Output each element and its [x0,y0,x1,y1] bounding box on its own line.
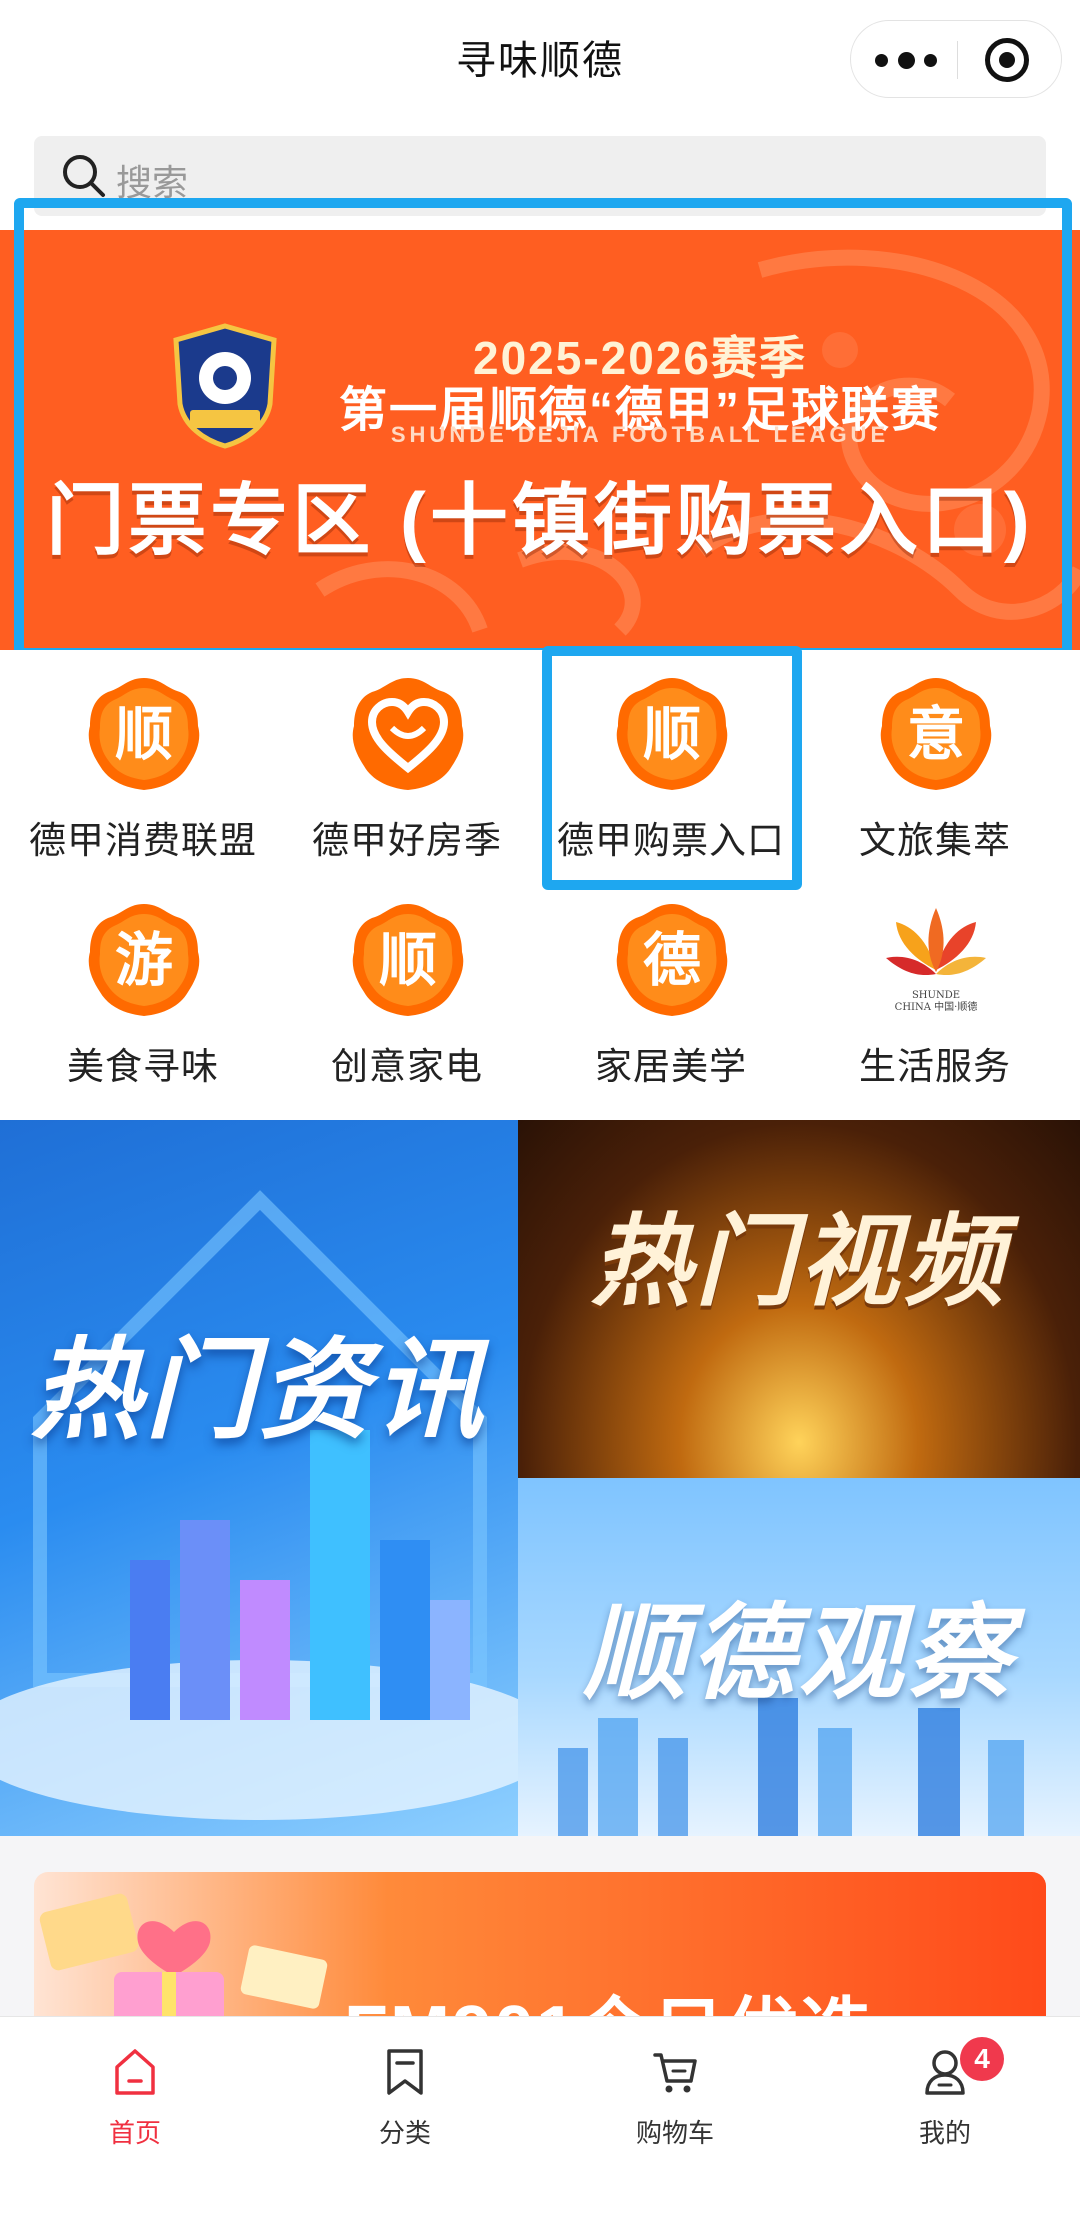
capsule-divider [957,41,958,79]
tab-label: 购物车 [635,2118,714,2148]
you-badge-icon: 游 [88,904,200,1016]
bottom-tab-bar: 首页 分类 购物车 4 我的 [0,2016,1080,2213]
svg-text:顺: 顺 [115,700,173,768]
shunde-observation-tile[interactable]: 顺德观察 [518,1478,1080,1836]
heart-badge-icon [352,678,464,790]
grid-label: 美食寻味 [67,1046,219,1087]
cart-icon [653,2053,697,2093]
tab-home[interactable]: 首页 [0,2017,270,2213]
svg-text:游: 游 [115,926,173,994]
bookmark-icon [387,2049,423,2095]
grid-item-dejia-housing[interactable]: 德甲好房季 [272,660,542,861]
tab-category[interactable]: 分类 [270,2017,540,2213]
close-miniprogram-icon[interactable] [985,38,1029,82]
grid-item-appliances[interactable]: 顺 创意家电 [272,886,542,1087]
home-icon [115,2049,155,2095]
svg-text:顺: 顺 [379,926,437,994]
tab-label: 我的 [918,2118,971,2148]
grid-item-culture-tourism[interactable]: 意 文旅集萃 [800,660,1070,861]
tab-cart[interactable]: 购物车 [540,2017,810,2213]
ticket-entry-highlight-box [542,646,802,890]
tab-profile[interactable]: 4 我的 [810,2017,1080,2213]
promo-section: FM901今日优选 [0,1836,1080,2042]
grid-label: 家居美学 [595,1046,747,1087]
grid-label: 文旅集萃 [859,820,1011,861]
svg-text:德: 德 [643,926,701,994]
more-options-icon[interactable] [875,43,937,77]
grid-label: 创意家电 [331,1046,483,1087]
svg-text:CHINA 中国·顺德: CHINA 中国·顺德 [895,1000,978,1013]
grid-label: 生活服务 [859,1046,1011,1087]
banner-highlight-box [14,198,1072,658]
mini-program-capsule [850,20,1062,98]
hot-news-title: 热门资讯 [31,1329,487,1452]
grid-item-dejia-consumer-alliance[interactable]: 顺 德甲消费联盟 [8,660,278,861]
grid-label: 德甲好房季 [312,820,502,861]
grid-item-home-aesthetics[interactable]: 德 家居美学 [536,886,806,1087]
svg-text:SHUNDE: SHUNDE [912,990,960,1001]
hot-news-tile[interactable]: 热门资讯 [0,1120,518,1836]
search-icon [63,155,105,197]
shunde-observation-title: 顺德观察 [582,1596,1015,1712]
shun-badge-icon: 顺 [88,678,200,790]
tab-label: 分类 [378,2118,431,2148]
tab-label: 首页 [108,2118,161,2148]
de-badge-icon: 德 [616,904,728,1016]
svg-text:意: 意 [907,700,965,768]
hot-video-tile[interactable]: 热门视频 [518,1120,1080,1478]
hot-video-title: 热门视频 [591,1206,1007,1318]
grid-label: 德甲消费联盟 [29,820,257,861]
skyline-illustration [0,1190,518,1820]
nav-bar: 寻味顺德 [0,0,1080,118]
yi-badge-icon: 意 [880,678,992,790]
cart-count-badge: 4 [960,2037,1004,2081]
category-grid: 顺 德甲消费联盟 德甲好房季 顺 德甲购票入口 意 文旅集萃 游 美食寻味 顺 … [0,650,1080,1120]
grid-item-food[interactable]: 游 美食寻味 [8,886,278,1087]
grid-item-life-services[interactable]: SHUNDE CHINA 中国·顺德 生活服务 [800,886,1070,1087]
shunde-china-logo-icon: SHUNDE CHINA 中国·顺德 [886,908,986,1013]
shun-badge-icon: 顺 [352,904,464,1016]
